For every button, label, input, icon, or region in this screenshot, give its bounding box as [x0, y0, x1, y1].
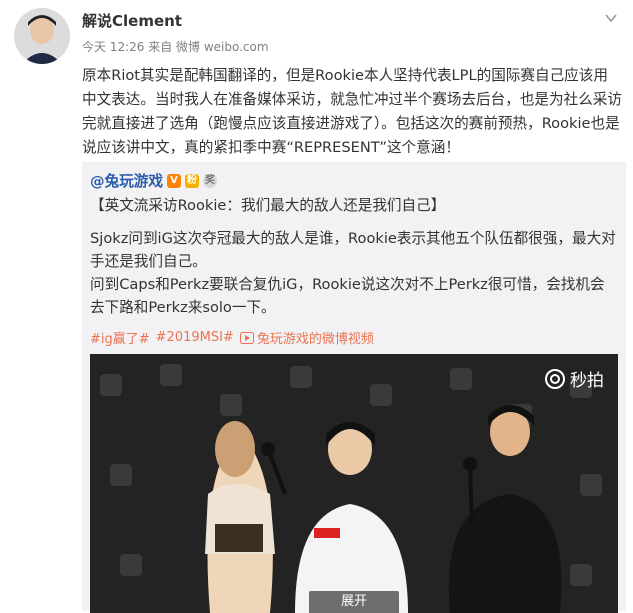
post-body: 原本Riot其实是配韩国翻译的，但是Rookie本人坚持代表LPL的国际赛自己应…: [82, 67, 622, 156]
repost-text: 【英文流采访Rookie：我们最大的敌人还是我们自己】 Sjokz问到iG这次夺…: [90, 194, 618, 319]
video-link-label: 兔玩游戏的微博视频: [256, 332, 374, 347]
repost-author[interactable]: @兔玩游戏: [90, 170, 163, 191]
tag-msi[interactable]: #2019MSI#: [156, 330, 234, 345]
expand-button[interactable]: 展开: [309, 591, 399, 613]
avatar[interactable]: [14, 8, 70, 64]
miaopai-logo-icon: [545, 368, 565, 389]
video-link[interactable]: 兔玩游戏的微博视频: [239, 328, 374, 347]
repost-paragraph-2: 问到Caps和Perkz要联合复仇iG，Rookie说这次对不上Perkz很可惜…: [90, 276, 605, 316]
avatar-image: [14, 8, 70, 64]
video-link-icon: [239, 331, 254, 344]
video-player[interactable]: 秒拍 展开: [90, 354, 618, 613]
username[interactable]: 解说Clement: [82, 10, 182, 31]
tag-row: #ig赢了# #2019MSI# 兔玩游戏的微博视频: [90, 328, 374, 347]
repost-title: 【英文流采访Rookie：我们最大的敌人还是我们自己】: [90, 197, 446, 214]
weibo-post: 解说Clement 今天 12:26 来自 微博 weibo.com 原本Rio…: [0, 0, 633, 613]
post-meta: 今天 12:26 来自 微博 weibo.com: [82, 40, 269, 54]
miaopai-label: 秒拍: [570, 371, 604, 391]
repost-paragraph-1: Sjokz问到iG这次夺冠最大的敌人是谁，Rookie表示其他五个队伍都很强，最…: [90, 230, 616, 270]
miaopai-logo: 秒拍: [544, 366, 604, 391]
tag-ig[interactable]: #ig赢了#: [90, 328, 150, 347]
fan-badge-icon: 粉: [184, 173, 199, 188]
medal-icon: 奖: [202, 173, 217, 188]
video-frame: [90, 354, 618, 613]
verified-badge-icon: V: [166, 173, 181, 188]
repost-header: @兔玩游戏 V 粉 奖: [90, 170, 217, 191]
chevron-down-icon[interactable]: [603, 10, 619, 26]
repost-card: @兔玩游戏 V 粉 奖 【英文流采访Rookie：我们最大的敌人还是我们自己】 …: [82, 162, 626, 613]
